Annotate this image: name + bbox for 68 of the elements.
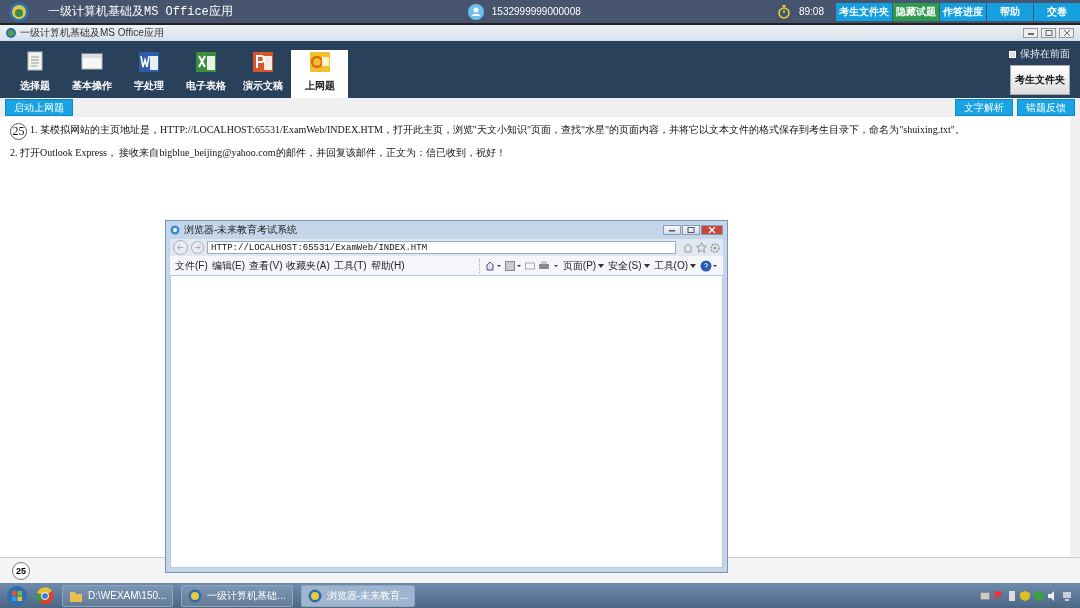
browser-icon bbox=[170, 225, 180, 235]
menu-button[interactable]: 页面(P) bbox=[562, 258, 597, 273]
close-icon bbox=[708, 227, 716, 233]
window-title: 浏览器-未来教育考试系统 bbox=[184, 223, 298, 237]
home-icon[interactable] bbox=[484, 260, 501, 271]
minimize-icon bbox=[668, 227, 676, 233]
checkbox-label: 保持在前面 bbox=[1020, 47, 1070, 61]
minimize-icon bbox=[1026, 30, 1035, 36]
tab[interactable]: 字处理 bbox=[120, 50, 177, 98]
caret-icon[interactable] bbox=[598, 263, 605, 268]
device-icon bbox=[1008, 590, 1016, 601]
menu-item[interactable]: 工具(T) bbox=[333, 258, 367, 273]
menu-item[interactable]: 查看(V) bbox=[249, 258, 283, 273]
maximize-icon bbox=[687, 227, 695, 233]
app-icon bbox=[188, 588, 203, 603]
menu-item[interactable]: 文件(F) bbox=[175, 258, 208, 273]
tab[interactable]: 基本操作 bbox=[63, 50, 120, 98]
taskbar-item[interactable]: 一级计算机基础... bbox=[181, 584, 293, 607]
feed-icon[interactable] bbox=[504, 260, 521, 271]
tab[interactable]: 上网题 bbox=[291, 50, 348, 98]
presentation-icon bbox=[251, 51, 274, 73]
shield-icon bbox=[1020, 590, 1030, 601]
close-button[interactable] bbox=[701, 225, 723, 235]
app-icon bbox=[307, 588, 322, 603]
app-title: 一级计算机基础及MS Office应用 bbox=[48, 4, 233, 20]
student-folder-button[interactable]: 考生文件夹 bbox=[1010, 65, 1070, 95]
minimize-button[interactable] bbox=[1023, 28, 1038, 38]
close-icon bbox=[1062, 30, 1071, 36]
menu-item[interactable]: 帮助(H) bbox=[370, 258, 405, 273]
star-icon[interactable] bbox=[696, 242, 707, 253]
caret-icon[interactable] bbox=[690, 263, 696, 268]
logo-icon bbox=[8, 0, 30, 23]
stopwatch-icon bbox=[776, 4, 791, 19]
maximize-button[interactable] bbox=[682, 225, 700, 235]
window-icon bbox=[80, 51, 103, 73]
shield-icon bbox=[1034, 590, 1044, 601]
menu-item[interactable]: 编辑(E) bbox=[211, 258, 246, 273]
tab[interactable]: 演示文稿 bbox=[234, 50, 291, 98]
app-icon bbox=[6, 28, 16, 38]
help-icon[interactable] bbox=[700, 259, 718, 272]
maximize-button[interactable] bbox=[1041, 28, 1056, 38]
close-button[interactable] bbox=[1059, 28, 1074, 38]
menu-item[interactable]: 收藏夹(A) bbox=[286, 258, 330, 273]
toolbar-button[interactable]: 隐藏试题 bbox=[893, 2, 939, 21]
flag-icon bbox=[994, 590, 1004, 601]
caret-icon[interactable] bbox=[643, 263, 650, 268]
tab[interactable]: 电子表格 bbox=[177, 50, 234, 98]
menu-button[interactable]: 安全(S) bbox=[608, 258, 642, 273]
user-icon bbox=[467, 3, 484, 20]
browser-icon[interactable] bbox=[36, 586, 54, 605]
spreadsheet-icon bbox=[194, 51, 217, 73]
question-text: 2. 打开Outlook Express， 接收来自bigblue_beijing@yahoo.com的邮件，并回复该邮件，正文为：信已收到，祝好！ bbox=[10, 146, 506, 160]
printer-icon[interactable] bbox=[538, 260, 559, 271]
page-number[interactable]: 25 bbox=[12, 561, 30, 580]
window-title: 一级计算机基础及MS Office应用 bbox=[20, 26, 164, 40]
taskbar-item[interactable]: D:\WEXAM\150... bbox=[62, 584, 174, 607]
minimize-button[interactable] bbox=[663, 225, 681, 235]
user-id: 1532999999000008 bbox=[491, 6, 581, 17]
maximize-icon bbox=[1044, 30, 1053, 36]
start-icon[interactable] bbox=[6, 584, 28, 607]
menu-button[interactable]: 工具(O) bbox=[653, 258, 688, 273]
address-field[interactable]: HTTP://LOCALHOST:65531/ExamWeb/INDEX.HTM bbox=[207, 241, 676, 254]
question-text: 1. 某模拟网站的主页地址是，HTTP://LOCALHOST:65531/ExamWeb/INDEX.HTM，打开此主页，浏览"天文小知识"页面，查找"水星"的页面内容，并将它以文本文件的格式保存到考生目录下，命名为"shuixing.txt"。 bbox=[30, 123, 965, 137]
keyboard-icon bbox=[980, 591, 990, 600]
timer: 89:08 bbox=[798, 6, 824, 17]
word-document-icon bbox=[137, 51, 160, 73]
tab[interactable]: 选择题 bbox=[6, 50, 63, 98]
checkbox[interactable] bbox=[1009, 50, 1016, 58]
